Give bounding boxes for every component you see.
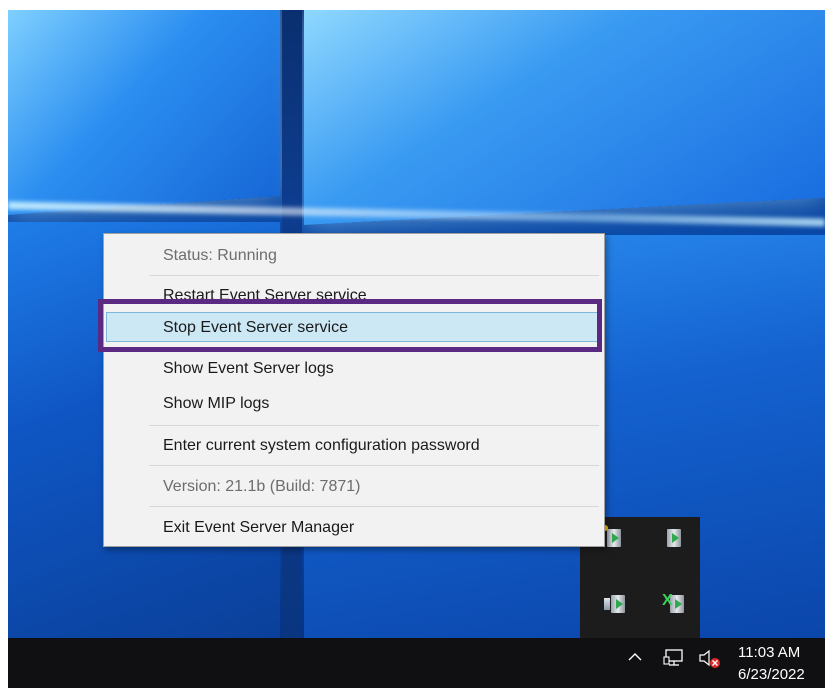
menu-item-label: Enter current system configuration passw… <box>163 437 480 454</box>
event-server-icon[interactable] <box>602 525 626 549</box>
context-menu: Status: Running Restart Event Server ser… <box>103 233 605 547</box>
wallpaper-pane <box>8 10 280 216</box>
menu-item-label: Exit Event Server Manager <box>163 519 355 536</box>
menu-item-exit[interactable]: Exit Event Server Manager <box>106 513 600 543</box>
clock-date[interactable]: 6/23/2022 <box>738 666 805 683</box>
taskbar: 11:03 AM 6/23/2022 <box>8 638 825 688</box>
menu-item-status: Status: Running <box>106 241 600 271</box>
event-server-icon[interactable]: X <box>662 593 686 615</box>
menu-item-label: Show MIP logs <box>163 395 270 412</box>
highlight-frame <box>98 299 602 352</box>
menu-item-label: Status: Running <box>163 247 277 264</box>
menu-item-version: Version: 21.1b (Build: 7871) <box>106 472 600 502</box>
clock-time[interactable]: 11:03 AM <box>738 644 800 661</box>
menu-item-show-mip-logs[interactable]: Show MIP logs <box>106 389 600 419</box>
menu-separator <box>149 465 599 466</box>
menu-item-enter-password[interactable]: Enter current system configuration passw… <box>106 431 600 461</box>
event-server-icon[interactable] <box>664 527 686 549</box>
menu-separator <box>149 425 599 426</box>
menu-separator <box>149 506 599 507</box>
chevron-up-icon[interactable] <box>628 650 642 664</box>
menu-separator <box>149 275 599 276</box>
event-server-icon[interactable] <box>604 593 626 615</box>
volume-muted-icon[interactable] <box>698 648 722 670</box>
network-icon[interactable] <box>663 648 685 668</box>
wallpaper-pane <box>304 10 825 226</box>
menu-item-show-logs[interactable]: Show Event Server logs <box>106 354 600 384</box>
menu-item-label: Show Event Server logs <box>163 360 334 377</box>
menu-item-label: Version: 21.1b (Build: 7871) <box>163 478 361 495</box>
